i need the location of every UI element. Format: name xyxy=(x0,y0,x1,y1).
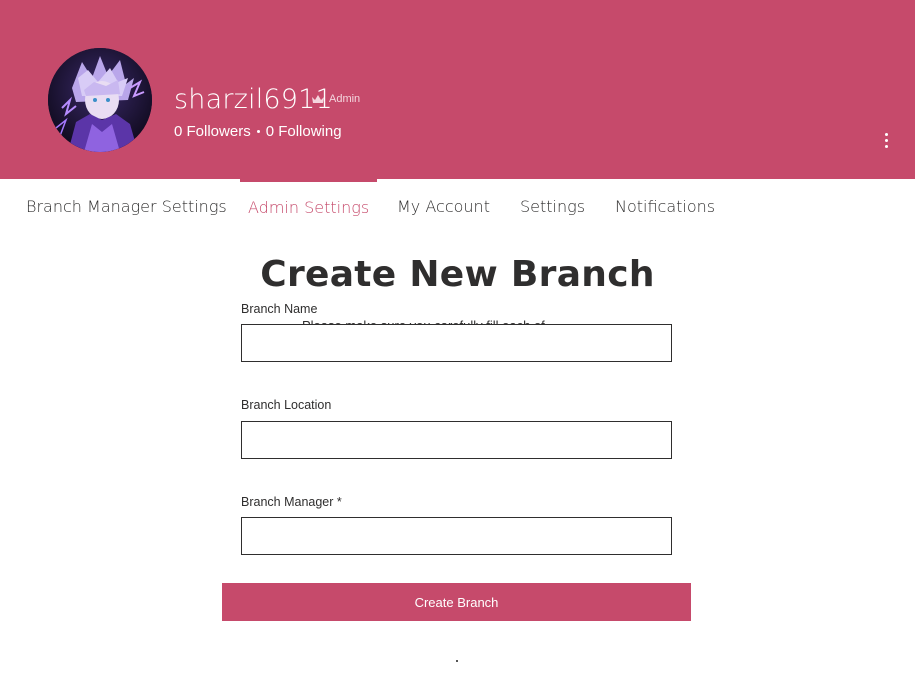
tab-label: Settings xyxy=(520,196,586,216)
branch-manager-input[interactable] xyxy=(241,517,672,555)
avatar[interactable] xyxy=(48,48,152,152)
tab-label: Admin Settings xyxy=(248,198,370,217)
branch-manager-label: Branch Manager * xyxy=(241,495,342,509)
branch-location-label: Branch Location xyxy=(241,398,332,412)
tab-branch-manager-settings[interactable]: Branch Manager Settings xyxy=(26,179,227,233)
branch-name-label: Branch Name xyxy=(241,302,318,316)
crown-icon xyxy=(312,95,324,103)
tab-label: Notifications xyxy=(615,196,716,216)
branch-location-input[interactable] xyxy=(241,421,672,459)
followers-link[interactable]: 0 Followers xyxy=(174,123,251,140)
tab-admin-settings[interactable]: Admin Settings xyxy=(240,179,378,233)
profile-header: sharzil6911 Admin 0 Followers 0 Followin… xyxy=(0,0,915,179)
divider-dot xyxy=(456,660,458,662)
avatar-image xyxy=(48,48,152,152)
tab-label: My Account xyxy=(397,196,490,216)
settings-tabs: Branch Manager Settings Admin Settings M… xyxy=(0,179,915,233)
following-link[interactable]: 0 Following xyxy=(266,123,342,140)
role-badge: Admin xyxy=(311,93,360,105)
role-label: Admin xyxy=(329,93,361,105)
tab-notifications[interactable]: Notifications xyxy=(615,179,715,233)
follow-stats: 0 Followers 0 Following xyxy=(174,123,342,140)
create-branch-button[interactable]: Create Branch xyxy=(222,583,691,621)
tab-settings[interactable]: Settings xyxy=(520,179,585,233)
page-title: Create New Branch xyxy=(260,254,655,295)
more-options-button[interactable] xyxy=(876,128,896,152)
separator-dot xyxy=(256,130,260,133)
tab-my-account[interactable]: My Account xyxy=(397,179,490,233)
branch-name-input[interactable] xyxy=(241,324,672,362)
profile-username: sharzil6911 xyxy=(174,84,333,115)
vertical-ellipsis-icon xyxy=(884,132,888,136)
tab-label: Branch Manager Settings xyxy=(26,196,227,216)
